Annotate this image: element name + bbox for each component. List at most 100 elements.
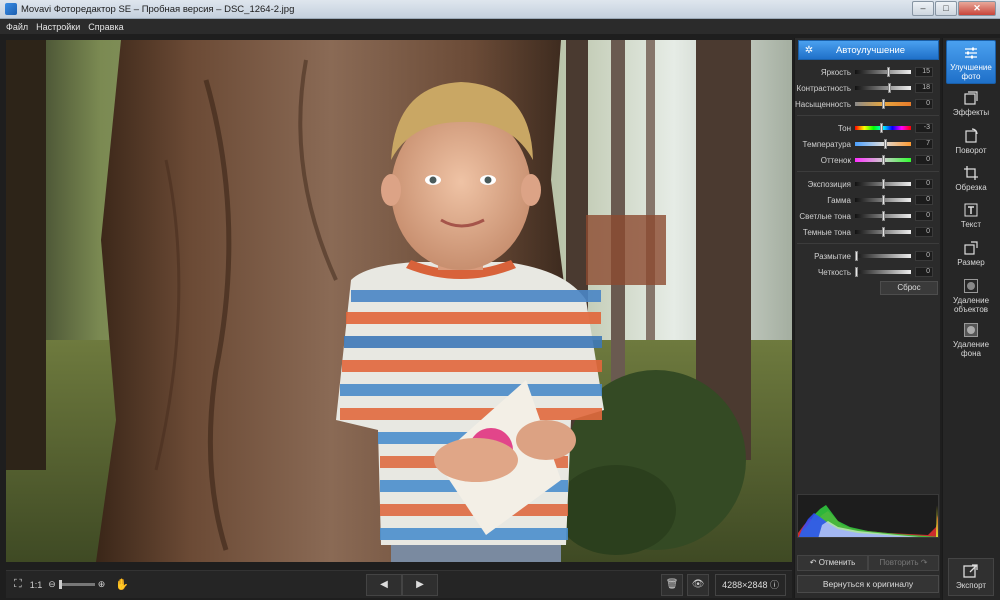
adjustment-slider[interactable] <box>855 195 911 205</box>
slider-thumb[interactable] <box>887 83 891 93</box>
text-icon <box>964 203 978 217</box>
adjustment-label: Температура <box>802 139 851 149</box>
adjustment-row: Контрастность 18 <box>795 82 941 94</box>
tool-sliders[interactable]: Улучшение фото <box>946 40 996 84</box>
adjustment-slider[interactable] <box>855 155 911 165</box>
menu-settings[interactable]: Настройки <box>36 22 80 32</box>
zoom-in-icon[interactable]: ⊕ <box>98 579 106 590</box>
adjustment-value-field[interactable]: 0 <box>915 195 933 205</box>
export-button[interactable]: Экспорт <box>948 558 994 596</box>
menu-bar: Файл Настройки Справка <box>0 19 1000 34</box>
adjustment-label: Экспозиция <box>807 179 851 189</box>
slider-thumb[interactable] <box>886 67 890 77</box>
adjustment-slider[interactable] <box>855 179 911 189</box>
adjustment-slider[interactable] <box>855 139 911 149</box>
adjustment-slider[interactable] <box>855 267 911 277</box>
adjustment-value-field[interactable]: 0 <box>915 251 933 261</box>
slider-thumb[interactable] <box>881 227 885 237</box>
slider-thumb[interactable] <box>881 179 885 189</box>
adjustment-slider[interactable] <box>855 83 911 93</box>
slider-thumb[interactable] <box>855 267 858 277</box>
photo-canvas[interactable] <box>6 40 792 562</box>
maximize-button[interactable]: □ <box>935 1 957 16</box>
adjustment-slider[interactable] <box>855 211 911 221</box>
adjustment-slider[interactable] <box>855 227 911 237</box>
tool-resize[interactable]: Размер <box>946 240 996 267</box>
close-button[interactable]: ✕ <box>958 1 996 16</box>
panel-separator <box>797 171 939 172</box>
zoom-ratio-button[interactable]: 1:1 <box>30 580 43 590</box>
window-title: Movavi Фоторедактор SE – Пробная версия … <box>21 3 295 15</box>
delete-icon[interactable]: 🗑 <box>661 574 684 596</box>
adjustment-slider[interactable] <box>855 67 911 77</box>
adjustment-row: Насыщенность 0 <box>795 98 941 110</box>
image-navigation: ◀ ▶ <box>366 574 438 596</box>
app-logo-icon <box>5 3 17 15</box>
adjustment-label: Темные тона <box>802 227 851 237</box>
adjustment-value-field[interactable]: -3 <box>915 123 933 133</box>
slider-thumb[interactable] <box>881 211 885 221</box>
adjustment-value-field[interactable]: 7 <box>915 139 933 149</box>
tool-label: Размер <box>957 258 985 267</box>
redo-button[interactable]: Повторить ↷ <box>868 555 939 571</box>
adjustment-value-field[interactable]: 0 <box>915 179 933 189</box>
adjustment-value-field[interactable]: 0 <box>915 155 933 165</box>
slider-thumb[interactable] <box>880 123 884 133</box>
tool-crop[interactable]: Обрезка <box>946 165 996 192</box>
adjustment-value-field[interactable]: 0 <box>915 227 933 237</box>
adjustment-label: Четкость <box>817 267 851 277</box>
hand-pan-icon[interactable]: ✋ <box>115 578 129 591</box>
previous-image-button[interactable]: ◀ <box>366 574 402 596</box>
tool-label: Обрезка <box>955 183 987 192</box>
minimize-button[interactable]: – <box>912 1 934 16</box>
tool-text[interactable]: Текст <box>946 202 996 229</box>
tool-rotate[interactable]: Поворот <box>946 128 996 155</box>
adjustment-label: Тон <box>837 123 851 133</box>
tool-label: Эффекты <box>952 108 990 117</box>
adjustment-value-field[interactable]: 0 <box>915 211 933 221</box>
tool-object-removal[interactable]: Удаление объектов <box>946 278 996 314</box>
slider-thumb[interactable] <box>881 195 885 205</box>
adjustment-label: Гамма <box>827 195 851 205</box>
slider-thumb[interactable] <box>855 251 858 261</box>
info-icon[interactable]: ⓘ <box>770 580 779 590</box>
slider-thumb[interactable] <box>881 99 885 109</box>
zoom-slider[interactable] <box>58 580 95 589</box>
next-image-button[interactable]: ▶ <box>402 574 438 596</box>
adjustment-label: Оттенок <box>820 155 851 165</box>
adjustment-label: Контрастность <box>796 83 851 93</box>
adjustment-row: Яркость 15 <box>795 66 941 78</box>
title-bar: Movavi Фоторедактор SE – Пробная версия … <box>0 0 1000 19</box>
tool-label: Улучшение фото <box>950 63 992 81</box>
adjustment-value-field[interactable]: 0 <box>915 99 933 109</box>
adjustment-value-field[interactable]: 15 <box>915 67 933 77</box>
adjustments-panel: ✲ Автоулучшение Яркость 15 Контрастность 18… <box>794 38 940 598</box>
rotate-icon <box>965 128 978 143</box>
adjustment-row: Размытие 0 <box>795 250 941 262</box>
photo-image <box>6 40 792 562</box>
fit-to-screen-icon[interactable]: ⛶ <box>14 578 22 591</box>
tool-effects[interactable]: Эффекты <box>946 90 996 117</box>
zoom-out-icon[interactable]: ⊖ <box>48 579 56 590</box>
auto-enhance-button[interactable]: ✲ Автоулучшение <box>798 40 939 60</box>
adjustment-slider[interactable] <box>855 251 911 261</box>
adjustment-row: Четкость 0 <box>795 266 941 278</box>
adjustment-value-field[interactable]: 0 <box>915 267 933 277</box>
adjustment-slider[interactable] <box>855 99 911 109</box>
revert-to-original-button[interactable]: Вернуться к оригиналу <box>797 575 939 593</box>
tool-background-removal[interactable]: Удаление фона <box>946 322 996 358</box>
adjustment-row: Оттенок 0 <box>795 154 941 166</box>
redo-label: Повторить <box>879 558 919 567</box>
adjustment-slider[interactable] <box>855 123 911 133</box>
undo-button[interactable]: ↶ Отменить <box>797 555 868 571</box>
adjustment-row: Тон -3 <box>795 122 941 134</box>
adjustment-value-field[interactable]: 18 <box>915 83 933 93</box>
compare-eye-icon[interactable]: 👁 <box>687 574 710 596</box>
reset-button[interactable]: Сброс <box>880 281 938 295</box>
menu-file[interactable]: Файл <box>6 22 28 32</box>
slider-thumb[interactable] <box>884 139 888 149</box>
adjustment-label: Насыщенность <box>795 99 852 109</box>
slider-thumb[interactable] <box>881 155 885 165</box>
adjustment-label: Светлые тона <box>799 211 851 221</box>
menu-help[interactable]: Справка <box>88 22 123 32</box>
